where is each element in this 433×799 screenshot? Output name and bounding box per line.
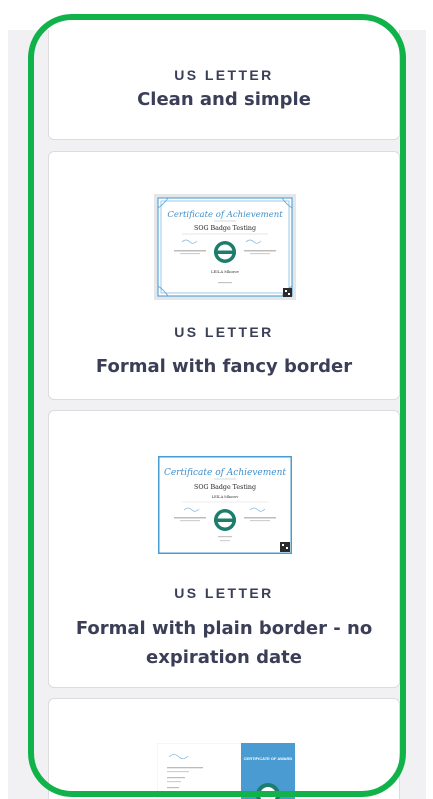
template-card-clean-simple[interactable]: US LETTER Clean and simple [48, 30, 400, 140]
certificate-preview-award: CERTIFICATE OF AWARD [157, 743, 295, 799]
certificate-preview-plain: Certificate of Achievement SOG Badge Tes… [158, 456, 292, 554]
preview-badge-name: SOG Badge Testing [194, 225, 256, 232]
template-name: Formal with fancy border [95, 356, 353, 377]
template-list: US LETTER Clean and simple Certificate o… [8, 30, 426, 799]
preview-heading: CERTIFICATE OF AWARD [244, 756, 293, 761]
preview-recipient: LEILA Mkorov [211, 269, 240, 274]
preview-heading: Certificate of Achievement [167, 210, 283, 220]
template-card-award[interactable]: CERTIFICATE OF AWARD [48, 698, 400, 799]
template-card-fancy-border[interactable]: Certificate of Achievement SOG Badge Tes… [48, 151, 400, 400]
paper-size-label: US LETTER [174, 67, 274, 83]
paper-size-label: US LETTER [174, 324, 274, 340]
template-name: Clean and simple [137, 89, 311, 110]
preview-recipient: LEILA Mkorov [212, 495, 239, 499]
certificate-preview-fancy: Certificate of Achievement SOG Badge Tes… [154, 194, 296, 300]
paper-size-label: US LETTER [174, 585, 274, 601]
preview-heading: Certificate of Achievement [164, 468, 286, 478]
preview-badge-name: SOG Badge Testing [194, 484, 256, 491]
template-card-plain-border[interactable]: Certificate of Achievement SOG Badge Tes… [48, 410, 400, 688]
template-name: Formal with plain border - no expiration… [75, 618, 373, 668]
